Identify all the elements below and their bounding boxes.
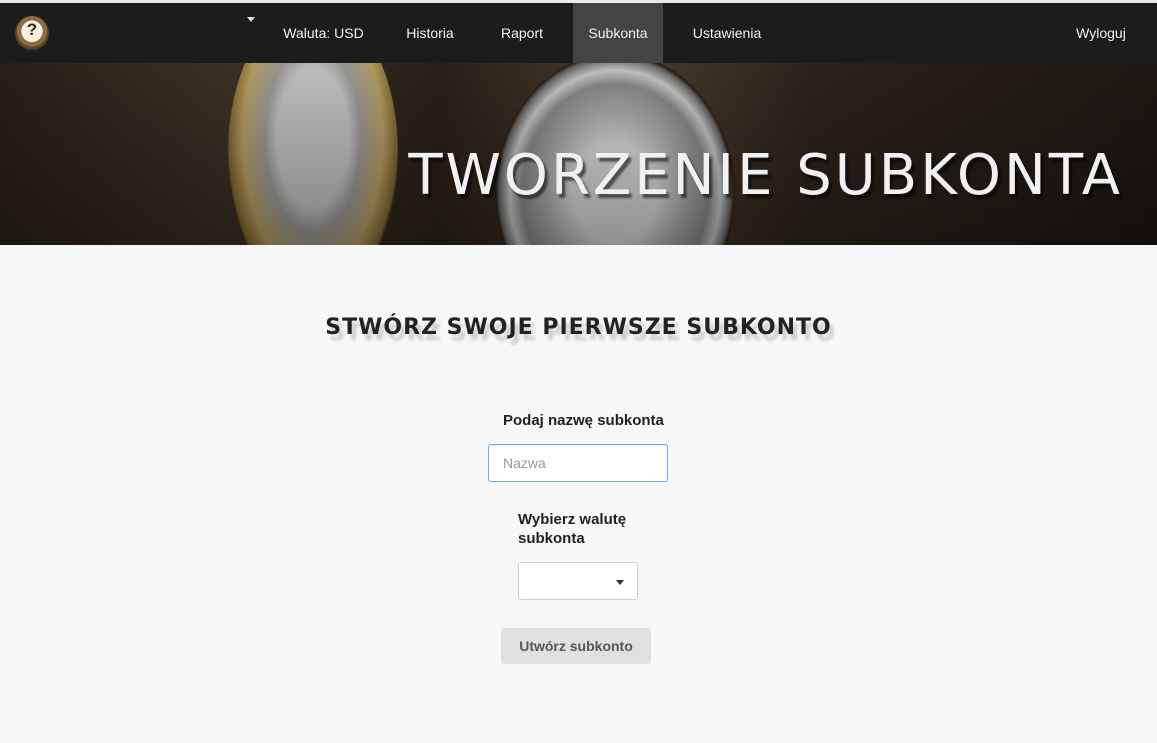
nav-item-ustawienia[interactable]: Ustawienia xyxy=(680,3,774,63)
top-navbar: ? Waluta: USD Historia Raport Subkonta U… xyxy=(0,3,1157,63)
subaccount-name-input[interactable] xyxy=(488,444,668,482)
create-subaccount-button[interactable]: Utwórz subkonto xyxy=(501,628,651,664)
name-label: Podaj nazwę subkonta xyxy=(503,412,664,429)
currency-select[interactable] xyxy=(518,562,638,600)
chevron-down-icon[interactable] xyxy=(247,17,255,22)
nav-item-subkonta[interactable]: Subkonta xyxy=(573,3,663,63)
app-logo[interactable]: ? xyxy=(15,16,49,50)
logout-link[interactable]: Wyloguj xyxy=(1062,3,1140,63)
chevron-down-icon xyxy=(616,580,624,585)
currency-selector[interactable]: Waluta: USD xyxy=(272,3,375,63)
currency-label-line1: Wybierz walutę xyxy=(518,511,627,528)
page-title: TWORZENIE SUBKONTA xyxy=(408,143,1123,208)
hero-banner: TWORZENIE SUBKONTA xyxy=(0,63,1157,245)
form-heading: STWÓRZ SWOJE PIERWSZE SUBKONTO xyxy=(325,315,832,340)
question-mark-icon: ? xyxy=(26,20,38,39)
currency-label-line2: subkonta xyxy=(518,530,585,547)
nav-item-raport[interactable]: Raport xyxy=(487,3,557,63)
nav-item-historia[interactable]: Historia xyxy=(392,3,468,63)
